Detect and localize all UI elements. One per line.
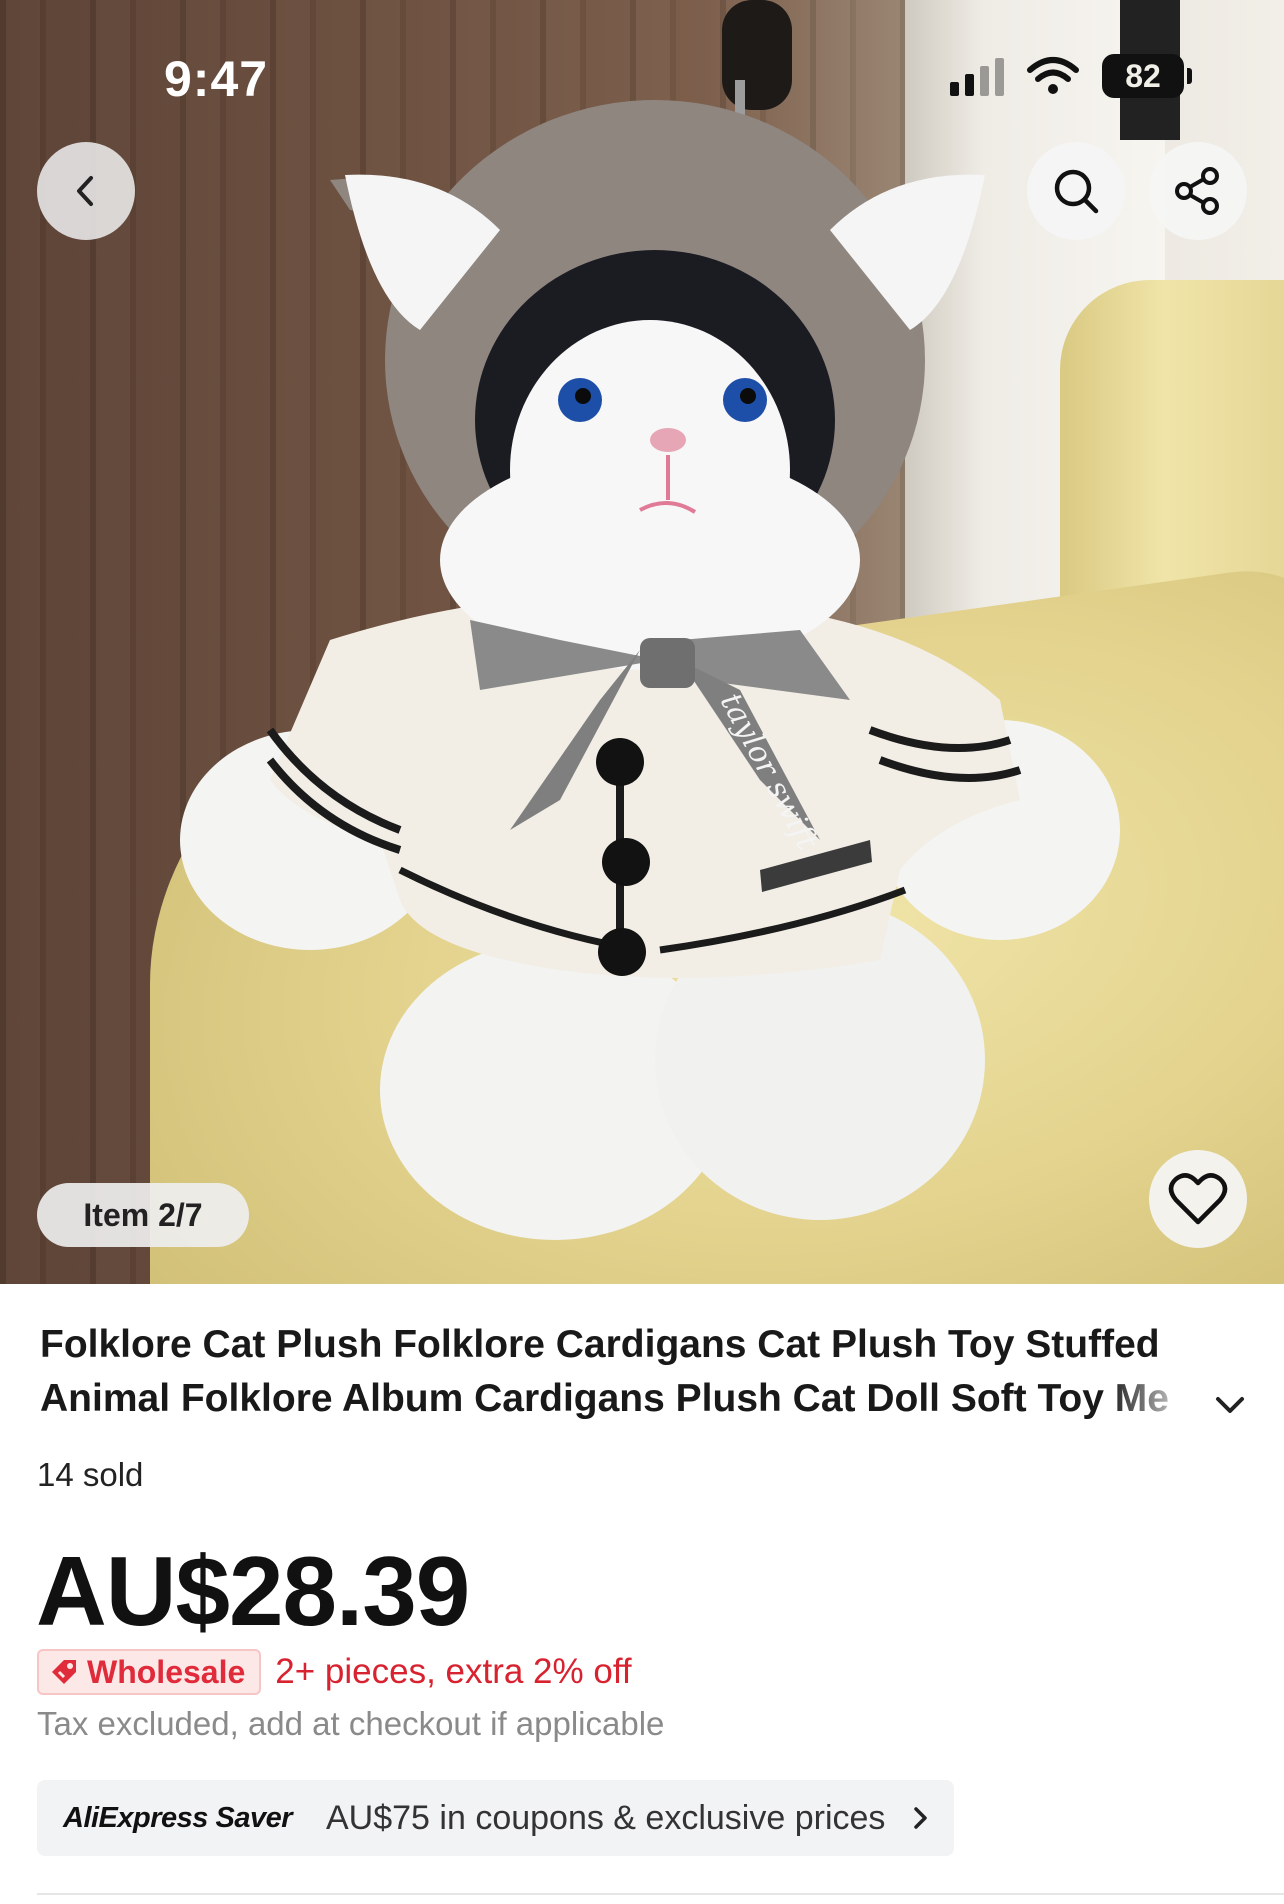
chevron-right-icon [914,1807,927,1829]
wishlist-button[interactable] [1149,1150,1247,1248]
wholesale-offer-text: 2+ pieces, extra 2% off [275,1652,632,1691]
saver-logo-saver: Saver [215,1801,292,1834]
wholesale-offer[interactable]: Wholesale 2+ pieces, extra 2% off [37,1649,632,1695]
search-button[interactable] [1027,142,1125,240]
tax-note: Tax excluded, add at checkout if applica… [37,1705,665,1742]
share-button[interactable] [1149,142,1247,240]
heart-icon [1168,1173,1228,1225]
tag-icon [52,1660,76,1684]
battery-icon: 82 [1102,54,1192,98]
back-button[interactable] [37,142,135,240]
product-title[interactable]: Folklore Cat Plush Folklore Cardigans Ca… [40,1318,1200,1426]
product-price: AU$28.39 [36,1536,470,1646]
search-icon [1054,169,1099,214]
image-counter: Item 2/7 [37,1183,249,1247]
product-title-line-1: Folklore Cat Plush Folklore Cardigans Ca… [40,1323,1160,1366]
cellular-signal-icon [950,56,1004,96]
status-bar-time: 9:47 [164,51,269,107]
saver-logo-brand: AliExpress [63,1801,208,1834]
section-divider [37,1893,1284,1895]
wholesale-badge: Wholesale [37,1649,262,1695]
aliexpress-saver-banner[interactable]: AliExpress Saver AU$75 in coupons & excl… [37,1780,954,1856]
wifi-icon [1027,57,1079,94]
aliexpress-saver-logo: AliExpress Saver [63,1802,292,1835]
product-title-line-2: Animal Folklore Album Cardigans Plush Ca… [40,1377,1169,1420]
wholesale-label: Wholesale [87,1653,246,1690]
sold-count: 14 sold [37,1456,144,1493]
chevron-down-icon[interactable] [1210,1385,1250,1425]
share-icon [1175,167,1219,215]
status-bar-icons: 82 [950,54,1192,98]
back-icon [77,176,93,206]
saver-offer-text: AU$75 in coupons & exclusive prices [326,1798,886,1837]
